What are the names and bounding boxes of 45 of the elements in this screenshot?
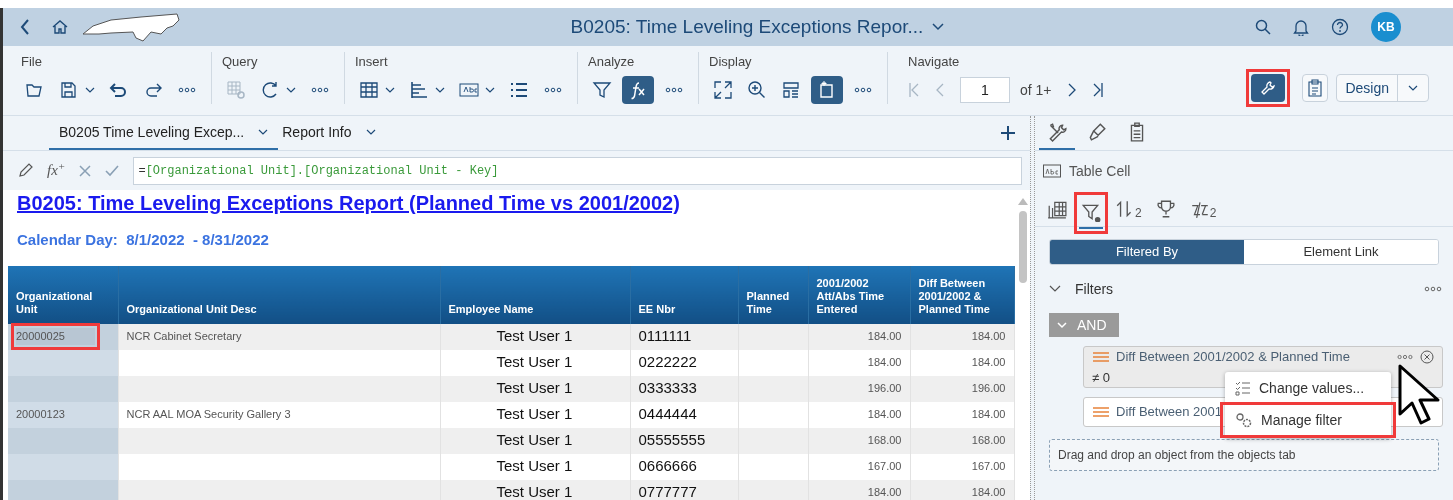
table-cell: 0666666: [638, 457, 697, 475]
table-cell: 196.00: [867, 382, 902, 395]
group-label: Analyze: [588, 53, 636, 70]
group-label: Display: [709, 53, 753, 70]
report-subtitle: Calendar Day: 8/1/2022 - 8/31/2022: [17, 230, 270, 250]
group-label: Navigate: [908, 53, 961, 70]
table-cell: 184.00: [867, 408, 902, 421]
group-label: File: [21, 53, 43, 70]
table-cell: 0222222: [638, 353, 697, 371]
table-cell: 184.00: [971, 356, 1006, 369]
filter-value: ≠ 0: [1092, 368, 1110, 387]
table-cell: 167.00: [867, 460, 902, 473]
filter-name: Diff Between 2001: [1116, 403, 1222, 422]
table-cell: 20000025: [16, 328, 95, 345]
group-label: Insert: [355, 53, 389, 70]
table-cell: NCR Cabinet Secretary: [126, 330, 242, 343]
table-cell: 167.00: [971, 460, 1006, 473]
table-cell: 0777777: [638, 483, 697, 500]
table-cell: 168.00: [971, 434, 1006, 447]
table-cell: Test User 1: [496, 405, 573, 423]
section-title: Filters: [1075, 279, 1114, 299]
table-cell: Test User 1: [496, 327, 573, 345]
table-cell: 168.00: [867, 434, 902, 447]
table-cell: 05555555: [638, 431, 706, 449]
table-cell: 184.00: [867, 356, 902, 369]
table-cell: NCR AAL MOA Security Gallery 3: [126, 408, 291, 421]
table-cell: Test User 1: [496, 379, 573, 397]
table-cell: Test User 1: [496, 457, 573, 475]
table-cell: Test User 1: [496, 431, 573, 449]
filter-name: Diff Between 2001/2002 & Planned Time: [1116, 348, 1350, 366]
table-cell: 184.00: [971, 486, 1006, 499]
table-cell: 0111111: [638, 327, 692, 345]
table-cell: 184.00: [867, 330, 902, 343]
table-cell: Test User 1: [496, 483, 573, 500]
table-cell: 20000123: [16, 408, 65, 421]
table-cell: 0444444: [638, 405, 697, 423]
page-count: of 1+: [1020, 80, 1052, 100]
table-cell: 0333333: [638, 379, 697, 397]
table-cell: 184.00: [971, 408, 1006, 421]
table-cell: 184.00: [867, 486, 902, 499]
table-cell: 184.00: [971, 330, 1006, 343]
table-cell: Test User 1: [496, 353, 573, 371]
table-cell: 196.00: [971, 382, 1006, 395]
group-label: Query: [222, 53, 259, 70]
element-type-label: Table Cell: [1069, 161, 1131, 181]
